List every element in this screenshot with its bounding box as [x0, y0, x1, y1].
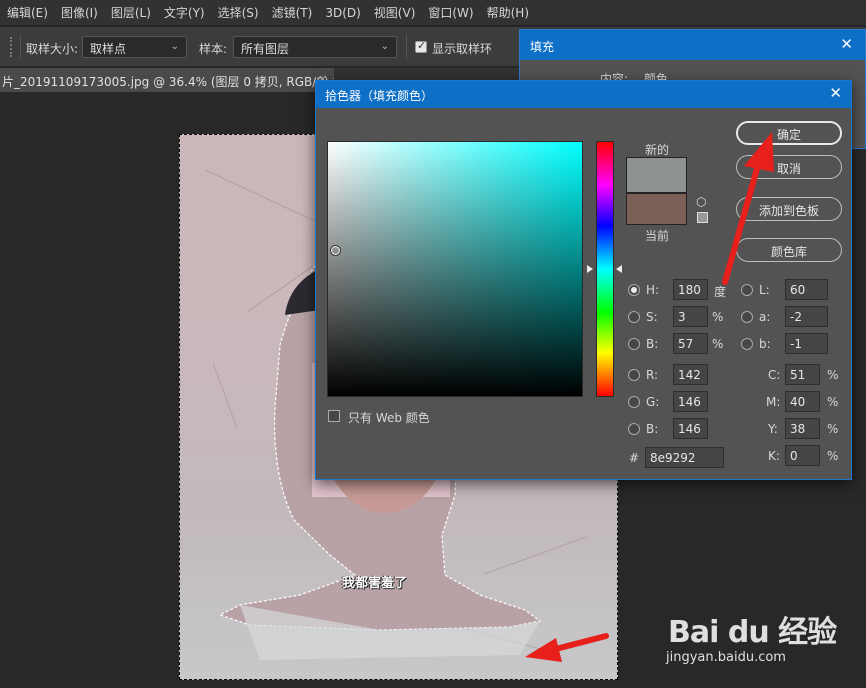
r-label: R:	[646, 368, 659, 382]
k-label: K:	[768, 449, 780, 463]
show-ring-checkbox[interactable]	[415, 39, 427, 53]
h-radio[interactable]	[628, 284, 640, 296]
a-label: a:	[759, 310, 771, 324]
close-icon[interactable]: ✕	[840, 35, 853, 53]
y-input[interactable]: 38	[785, 418, 820, 439]
web-colors-only-checkbox[interactable]	[328, 410, 340, 422]
hex-input[interactable]: 8e9292	[645, 447, 724, 468]
options-separator	[20, 35, 21, 59]
document-tab[interactable]: 片_20191109173005.jpg @ 36.4% (图层 0 拷贝, R…	[0, 68, 334, 92]
color-picker-titlebar[interactable]: 拾色器（填充颜色） ✕	[316, 81, 851, 108]
new-color-label: 新的	[645, 143, 670, 157]
a-input[interactable]: -2	[785, 306, 828, 327]
show-ring-label: 显示取样环	[432, 42, 493, 56]
photo-caption: 我都害羞了	[342, 576, 408, 591]
menu-edit[interactable]: 编辑(E)	[0, 4, 54, 21]
y-label: Y:	[768, 422, 778, 436]
cancel-button[interactable]: 取消	[736, 155, 842, 179]
b-input[interactable]: 57	[673, 333, 708, 354]
l-radio[interactable]	[741, 284, 753, 296]
k-input[interactable]: 0	[785, 445, 820, 466]
c-input[interactable]: 51	[785, 364, 820, 385]
a-radio[interactable]	[741, 311, 753, 323]
add-to-swatches-button[interactable]: 添加到色板	[736, 197, 842, 221]
b-radio[interactable]	[628, 338, 640, 350]
lab-b-label: b:	[759, 337, 771, 351]
g-label: G:	[646, 395, 660, 409]
hue-slider[interactable]	[596, 141, 614, 397]
r-radio[interactable]	[628, 369, 640, 381]
document-tab-title: 片_20191109173005.jpg @ 36.4% (图层 0 拷贝, R…	[2, 75, 334, 89]
menu-select[interactable]: 选择(S)	[211, 4, 265, 21]
rgb-b-label: B:	[646, 422, 659, 436]
k-unit: %	[827, 449, 839, 463]
web-safe-square-icon[interactable]	[697, 212, 708, 223]
color-field[interactable]	[327, 141, 583, 397]
color-field-cursor[interactable]	[330, 245, 341, 256]
cube-icon[interactable]: ⬡	[696, 195, 706, 209]
menu-3d[interactable]: 3D(D)	[318, 6, 366, 20]
current-color-label: 当前	[645, 229, 670, 243]
sample-size-label: 取样大小:	[26, 42, 79, 56]
menu-filter[interactable]: 滤镜(T)	[265, 4, 319, 21]
menu-bar: 编辑(E) 图像(I) 图层(L) 文字(Y) 选择(S) 滤镜(T) 3D(D…	[0, 0, 866, 26]
c-unit: %	[827, 368, 839, 382]
hue-slider-right-handle[interactable]	[616, 265, 622, 273]
l-label: L:	[759, 283, 770, 297]
baidu-url: jingyan.baidu.com	[666, 650, 786, 665]
current-color-swatch[interactable]	[626, 193, 687, 225]
b-unit: %	[712, 337, 724, 351]
hex-label: #	[629, 451, 640, 465]
rgb-b-radio[interactable]	[628, 423, 640, 435]
color-libraries-button[interactable]: 颜色库	[736, 238, 842, 262]
m-input[interactable]: 40	[785, 391, 820, 412]
c-label: C:	[768, 368, 781, 382]
sample-select[interactable]: 所有图层 ⌄	[233, 36, 397, 58]
close-icon[interactable]: ✕	[829, 84, 842, 102]
sample-label: 样本:	[199, 42, 228, 56]
h-unit: 度	[714, 285, 727, 299]
sample-size-value: 取样点	[90, 42, 127, 56]
menu-window[interactable]: 窗口(W)	[421, 4, 479, 21]
ok-button[interactable]: 确定	[736, 121, 842, 145]
m-label: M:	[766, 395, 781, 409]
color-picker-title: 拾色器（填充颜色）	[325, 89, 434, 103]
baidu-watermark: Bai du 经验 jingyan.baidu.com	[660, 595, 860, 675]
baidu-brand-logo: Bai du 经验	[668, 615, 837, 650]
s-unit: %	[712, 310, 724, 324]
s-input[interactable]: 3	[673, 306, 708, 327]
rgb-b-input[interactable]: 146	[673, 418, 708, 439]
h-input[interactable]: 180	[673, 279, 708, 300]
m-unit: %	[827, 395, 839, 409]
chevron-down-icon: ⌄	[380, 41, 389, 52]
web-colors-only-label: 只有 Web 颜色	[348, 411, 430, 425]
menu-layer[interactable]: 图层(L)	[104, 4, 157, 21]
new-color-swatch	[626, 157, 687, 193]
hue-slider-left-handle[interactable]	[587, 265, 593, 273]
color-picker-dialog: 拾色器（填充颜色） ✕ 新的 当前 ⬡ 确定 取消 添加到色板 颜色库 H: 1…	[315, 80, 852, 480]
options-separator	[406, 35, 407, 59]
sample-value: 所有图层	[241, 42, 290, 56]
g-radio[interactable]	[628, 396, 640, 408]
y-unit: %	[827, 422, 839, 436]
menu-image[interactable]: 图像(I)	[54, 4, 104, 21]
chevron-down-icon: ⌄	[170, 41, 179, 52]
menu-help[interactable]: 帮助(H)	[480, 4, 535, 21]
fill-dialog-title: 填充	[530, 40, 555, 54]
lab-b-radio[interactable]	[741, 338, 753, 350]
fill-dialog-titlebar[interactable]: 填充 ✕	[520, 30, 865, 60]
b-label: B:	[646, 337, 659, 351]
g-input[interactable]: 146	[673, 391, 708, 412]
l-input[interactable]: 60	[785, 279, 828, 300]
s-label: S:	[646, 310, 658, 324]
menu-type[interactable]: 文字(Y)	[157, 4, 211, 21]
options-bar-grip[interactable]	[10, 37, 13, 57]
s-radio[interactable]	[628, 311, 640, 323]
menu-view[interactable]: 视图(V)	[367, 4, 422, 21]
h-label: H:	[646, 283, 660, 297]
r-input[interactable]: 142	[673, 364, 708, 385]
sample-size-select[interactable]: 取样点 ⌄	[82, 36, 187, 58]
lab-b-input[interactable]: -1	[785, 333, 828, 354]
